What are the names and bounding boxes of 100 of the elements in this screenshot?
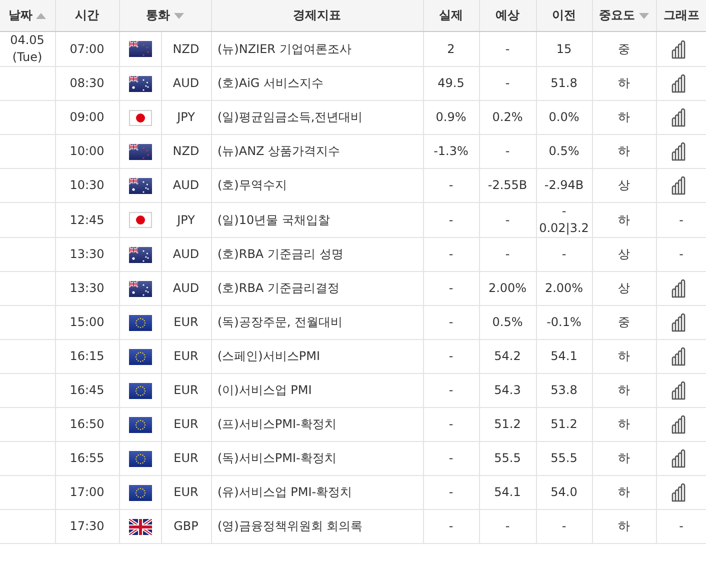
currency-cell: EUR [174,383,198,397]
previous-cell: 53.8 [550,383,578,397]
forecast-cell: - [505,519,510,533]
graph-cell: - [679,247,684,261]
time-cell: 16:50 [70,417,104,431]
previous-cell: -0.1% [546,315,582,329]
currency-cell: EUR [174,451,198,465]
time-cell: 16:45 [70,383,104,397]
importance-cell: 상 [618,247,630,261]
actual-cell: - [448,247,454,261]
forecast-cell: - [505,144,510,158]
currency-cell: NZD [172,144,200,158]
importance-cell: 하 [618,144,630,158]
actual-cell: - [448,212,454,226]
currency-cell: AUD [172,76,200,90]
previous-cell: - [562,519,566,533]
indicator-cell: (독)공장주문, 전월대비 [218,315,342,329]
indicator-cell: (뉴)NZIER 기업여론조사 [218,42,352,56]
importance-cell: 하 [618,349,630,363]
time-cell: 07:00 [70,42,104,56]
flag-icon [128,416,152,432]
indicator-cell: (호)AiG 서비스지수 [218,76,324,90]
previous-cell: 15 [556,42,572,56]
currency-cell: JPY [177,110,195,124]
importance-cell: 상 [618,281,630,295]
forecast-cell: 2.00% [488,281,527,295]
importance-cell: 중 [618,315,630,329]
actual-cell: 2 [447,42,455,56]
importance-cell: 하 [618,519,630,533]
importance-cell: 하 [618,417,630,431]
forecast-cell: - [505,212,510,226]
flag-icon [128,382,152,398]
graph-cell: - [679,212,684,226]
indicator-cell: (독)서비스PMI-확정치 [218,451,336,465]
previous-cell: 51.8 [550,76,578,90]
importance-cell: 하 [618,76,630,90]
importance-cell: 상 [618,178,630,192]
previous-cell: 55.5 [550,451,578,465]
actual-cell: - [448,315,454,329]
actual-cell: - [448,451,454,465]
flag-icon [128,314,152,330]
indicator-cell: (일)평균임금소득,전년대비 [218,110,363,124]
indicator-cell: (호)무역수지 [218,178,287,192]
flag-icon [128,518,152,534]
indicator-cell: (호)RBA 기준금리결정 [218,281,340,295]
flag-icon [128,76,152,92]
time-cell: 16:15 [70,349,104,363]
currency-cell: EUR [174,417,198,431]
time-cell: 13:30 [70,247,104,261]
importance-cell: 중 [618,42,630,56]
currency-cell: AUD [172,281,200,295]
previous-cell: 54.0 [550,485,578,499]
flag-icon [128,41,152,57]
time-cell: 16:55 [70,451,104,465]
actual-cell: 49.5 [438,76,464,90]
forecast-cell: - [505,247,510,261]
date-cell-text: 04.05 (Tue) [9,32,46,66]
actual-cell: - [448,519,454,533]
time-cell: 17:30 [70,519,104,533]
graph-cell: - [679,519,684,533]
currency-cell: EUR [174,315,198,329]
currency-cell: GBP [174,519,198,533]
actual-cell: - [448,417,454,431]
actual-cell: - [448,349,454,363]
indicator-cell: (영)금융정책위원회 회의록 [218,519,363,533]
importance-cell: 하 [618,451,630,465]
time-cell: 13:30 [70,281,104,295]
time-cell: 15:00 [70,315,104,329]
indicator-cell: (뉴)ANZ 상품가격지수 [218,144,340,158]
currency-cell: EUR [174,349,198,363]
currency-cell: AUD [172,247,200,261]
actual-cell: -1.3% [434,144,468,158]
time-cell: 10:00 [70,144,104,158]
indicator-cell: (이)서비스업 PMI [218,383,312,397]
time-cell: 10:30 [70,178,104,192]
importance-cell: 하 [618,212,630,226]
flag-icon [128,450,152,466]
importance-cell: 하 [618,110,630,124]
column-header[interactable]: 통화 [146,7,170,24]
flag-icon [128,110,152,126]
time-cell: 12:45 [70,212,104,226]
column-header[interactable]: 경제지표 [293,7,341,24]
flag-icon [128,178,152,194]
actual-cell: - [448,178,454,192]
flag-icon [128,144,152,160]
forecast-cell: 55.5 [494,451,521,465]
previous-cell: - [562,247,566,261]
currency-cell: AUD [172,178,200,192]
currency-cell: EUR [174,485,198,499]
indicator-cell: (스페인)서비스PMI [218,349,320,363]
time-cell: 17:00 [70,485,104,499]
actual-cell: - [448,383,454,397]
flag-icon [128,246,152,262]
flag-icon [128,280,152,296]
actual-cell: - [448,485,454,499]
previous-cell: 2.00% [544,281,584,295]
forecast-cell: 0.5% [492,315,523,329]
flag-icon [128,212,152,228]
indicator-cell: (일)10년물 국채입찰 [218,212,330,226]
actual-cell: - [448,281,454,295]
